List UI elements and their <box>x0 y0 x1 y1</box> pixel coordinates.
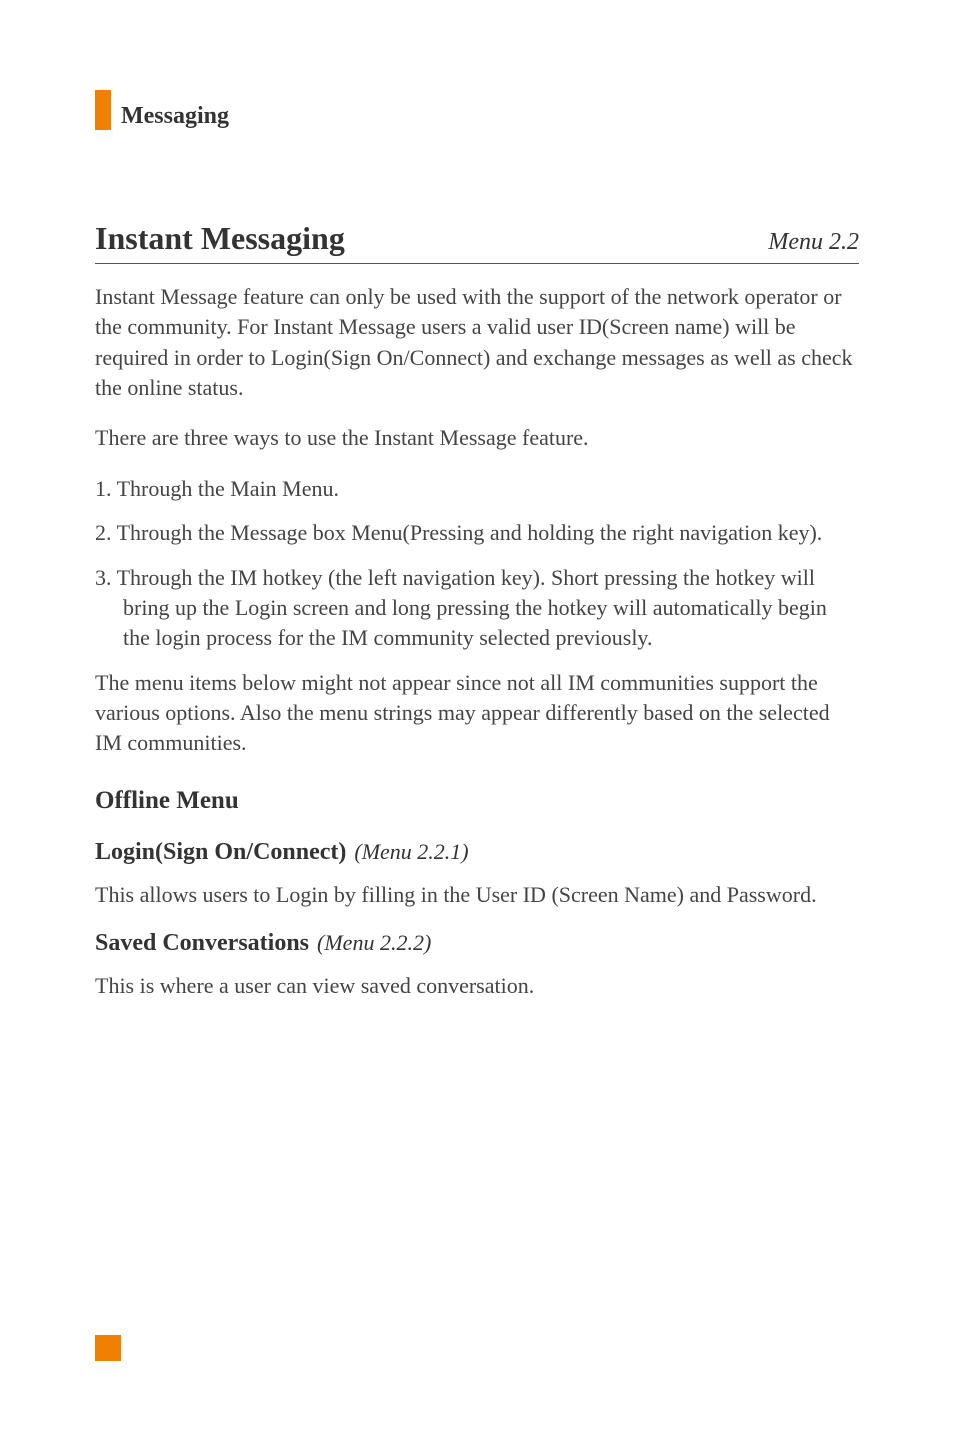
offline-menu-heading: Offline Menu <box>95 787 859 815</box>
login-heading: Login(Sign On/Connect) <box>95 839 346 865</box>
login-body: This allows users to Login by filling in… <box>95 880 859 910</box>
section-header: Messaging <box>95 90 859 130</box>
login-menu-ref: (Menu 2.2.1) <box>354 839 468 864</box>
list-item: 3. Through the IM hotkey (the left navig… <box>95 563 859 654</box>
section-title: Messaging <box>121 103 229 130</box>
main-heading: Instant Messaging <box>95 220 345 257</box>
document-page: Messaging Instant Messaging Menu 2.2 Ins… <box>0 0 954 1433</box>
menu-reference: Menu 2.2 <box>768 229 859 256</box>
saved-body: This is where a user can view saved conv… <box>95 971 859 1001</box>
list-item: 2. Through the Message box Menu(Pressing… <box>95 518 859 548</box>
saved-menu-ref: (Menu 2.2.2) <box>317 930 431 955</box>
ways-intro: There are three ways to use the Instant … <box>95 423 859 453</box>
note-paragraph: The menu items below might not appear si… <box>95 668 859 759</box>
saved-heading: Saved Conversations <box>95 930 309 956</box>
section-marker-icon <box>95 90 111 130</box>
list-item: 1. Through the Main Menu. <box>95 474 859 504</box>
page-marker-icon <box>95 1335 121 1361</box>
login-heading-row: Login(Sign On/Connect) (Menu 2.2.1) <box>95 839 859 866</box>
main-heading-row: Instant Messaging Menu 2.2 <box>95 220 859 264</box>
saved-heading-row: Saved Conversations (Menu 2.2.2) <box>95 930 859 957</box>
intro-paragraph: Instant Message feature can only be used… <box>95 282 859 403</box>
